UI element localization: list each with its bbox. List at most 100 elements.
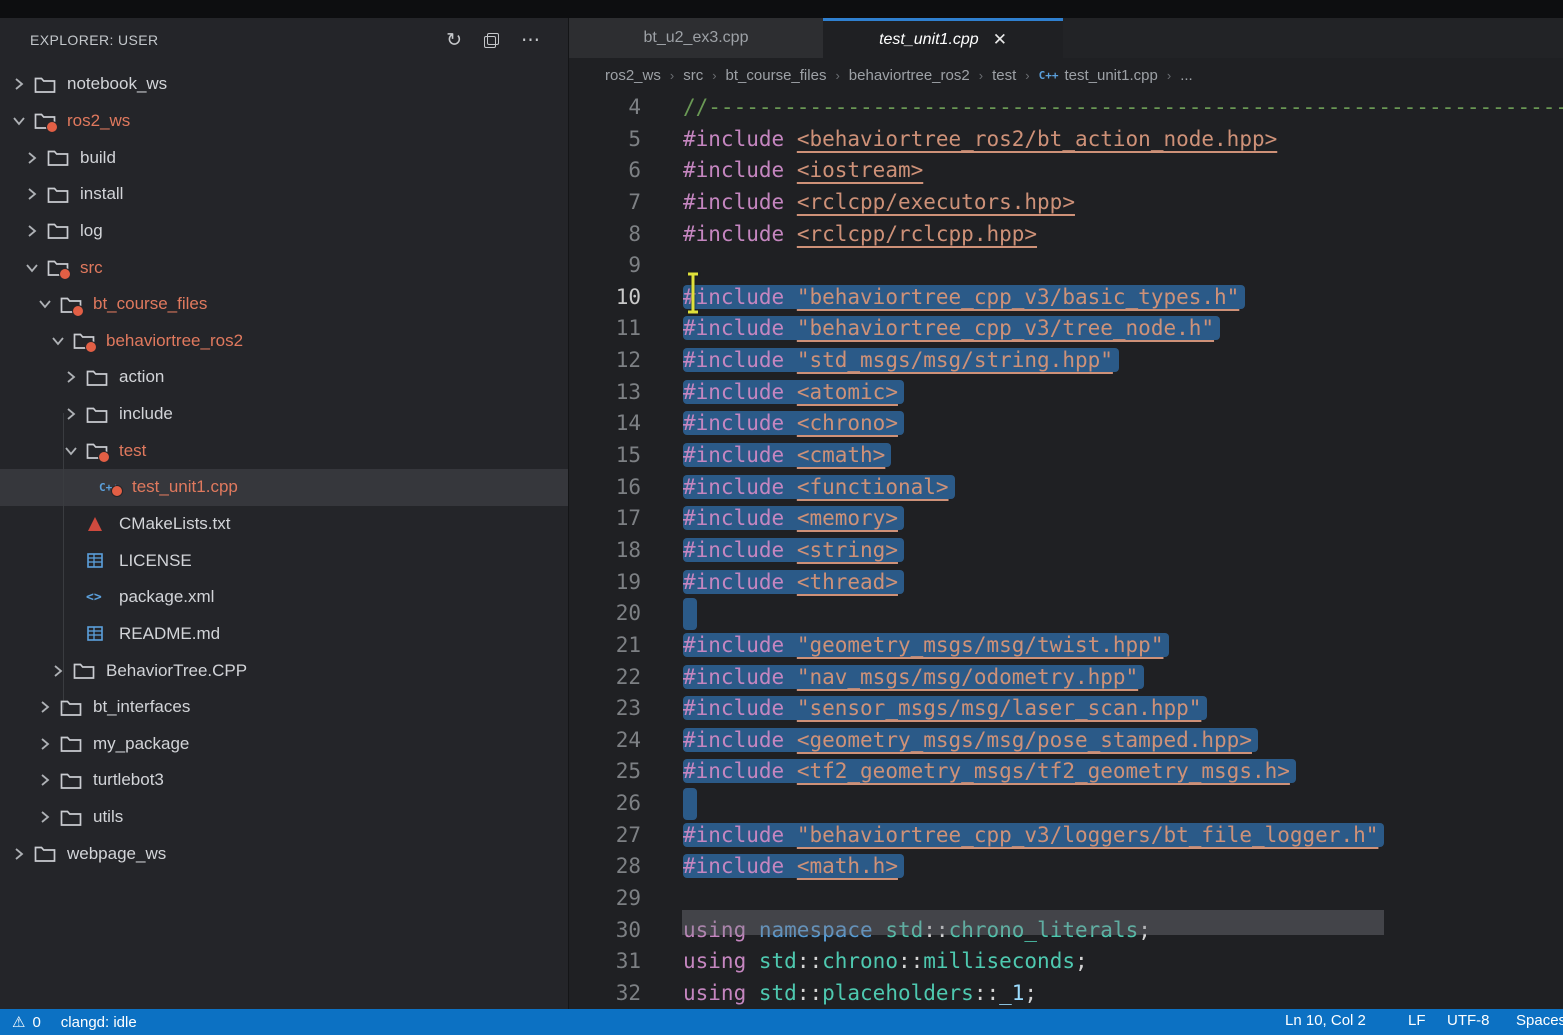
tree-item-build[interactable]: build [0,139,568,176]
tree-item-label: webpage_ws [67,844,166,864]
breadcrumb-item-src[interactable]: src [683,67,703,84]
close-icon[interactable]: ✕ [993,30,1007,50]
refresh-explorer-icon[interactable]: ↻ [446,31,462,50]
tree-item-bt_interfaces[interactable]: bt_interfaces [0,689,568,726]
tree-item-webpage_ws[interactable]: webpage_ws [0,835,568,872]
tree-item-src[interactable]: src [0,249,568,286]
tree-item-bt_course_files[interactable]: bt_course_files [0,286,568,323]
code-line-28[interactable]: 28#include <math.h> [569,851,1563,883]
clangd-status[interactable]: clangd: idle [61,1014,137,1031]
chevron-down-icon [38,297,60,311]
tree-item-test_unit1.cpp[interactable]: C++test_unit1.cpp [0,469,568,506]
code-line-25[interactable]: 25#include <tf2_geometry_msgs/tf2_geomet… [569,756,1563,788]
breadcrumb-item-ros2_ws[interactable]: ros2_ws [605,67,661,84]
line-text: #include <functional> [683,472,955,504]
line-text: #include "geometry_msgs/msg/twist.hpp" [683,630,1169,662]
line-text: #include <geometry_msgs/msg/pose_stamped… [683,725,1258,757]
tree-item-label: bt_interfaces [93,697,190,717]
breadcrumb-symbol-placeholder[interactable]: ... [1180,67,1193,84]
folder-icon [60,771,82,790]
tree-item-log[interactable]: log [0,213,568,250]
tree-item-ros2_ws[interactable]: ros2_ws [0,103,568,140]
tab-bt_u2_ex3.cpp[interactable]: bt_u2_ex3.cpp [569,18,823,58]
selection-highlight: #include <thread> [683,570,904,594]
breadcrumb-item-behaviortree_ros2[interactable]: behaviortree_ros2 [849,67,970,84]
tree-item-LICENSE[interactable]: LICENSE [0,542,568,579]
line-number: 18 [569,535,641,567]
file-tree: notebook_wsros2_wsbuild install logsrcbt_c… [0,62,568,872]
breadcrumb-item-test_unit1.cpp[interactable]: C++test_unit1.cpp [1039,67,1158,84]
code-line-23[interactable]: 23#include "sensor_msgs/msg/laser_scan.h… [569,693,1563,725]
line-text: #include "std_msgs/msg/string.hpp" [683,345,1119,377]
code-line-32[interactable]: 32using std::placeholders::_1; [569,978,1563,1009]
code-line-21[interactable]: 21#include "geometry_msgs/msg/twist.hpp" [569,630,1563,662]
tree-item-notebook_ws[interactable]: notebook_ws [0,66,568,103]
breadcrumb-item-test[interactable]: test [992,67,1016,84]
code-line-26[interactable]: 26 [569,788,1563,820]
code-line-31[interactable]: 31using std::chrono::milliseconds; [569,946,1563,978]
indentation-indicator[interactable]: Spaces [1516,1012,1563,1029]
chevron-right-icon [25,224,47,238]
tree-item-package.xml[interactable]: <>package.xml [0,579,568,616]
tree-item-test[interactable]: test [0,432,568,469]
code-line-7[interactable]: 7#include <rclcpp/executors.hpp> [569,187,1563,219]
chevron-right-icon [25,187,47,201]
encoding-indicator[interactable]: UTF-8 [1447,1012,1490,1029]
eol-indicator[interactable]: LF [1408,1012,1426,1029]
tree-item-turtlebot3[interactable]: turtlebot3 [0,762,568,799]
code-line-13[interactable]: 13#include <atomic> [569,377,1563,409]
tree-item-install[interactable]: install [0,176,568,213]
line-text: //--------------------------------------… [683,92,1563,124]
code-line-16[interactable]: 16 #include <functional> [569,472,1563,504]
code-line-11[interactable]: 11#include "behaviortree_cpp_v3/tree_nod… [569,313,1563,345]
line-text: #include <rclcpp/executors.hpp> [683,187,1075,219]
tree-item-include[interactable]: include [0,396,568,433]
code-line-5[interactable]: 5#include <behaviortree_ros2/bt_action_n… [569,124,1563,156]
tree-item-label: install [80,184,123,204]
code-line-9[interactable]: 9 [569,250,1563,282]
tree-item-action[interactable]: action [0,359,568,396]
selection-highlight: #include <string> [683,538,904,562]
code-line-6[interactable]: 6#include <iostream> [569,155,1563,187]
code-line-22[interactable]: 22#include "nav_msgs/msg/odometry.hpp" [569,662,1563,694]
collapse-folders-icon[interactable] [484,33,499,48]
line-number: 16 [569,472,641,504]
code-line-8[interactable]: 8#include <rclcpp/rclcpp.hpp> [569,219,1563,251]
code-line-10[interactable]: 10#include "behaviortree_cpp_v3/basic_ty… [569,282,1563,314]
more-actions-icon[interactable]: ⋯ [521,31,540,50]
code-line-15[interactable]: 15#include <cmath> [569,440,1563,472]
line-text: #include "nav_msgs/msg/odometry.hpp" [683,662,1144,694]
status-bar: ⚠ 0 clangd: idle Ln 10, Col 2 LF UTF-8 S… [0,1009,1563,1035]
horizontal-scrollbar[interactable] [682,910,1384,935]
tree-item-CMakeLists.txt[interactable]: CMakeLists.txt [0,506,568,543]
cpp-file-icon: C++ [1039,69,1059,82]
selection-highlight: #include <cmath> [683,443,891,467]
tree-item-label: test [119,441,146,461]
code-line-27[interactable]: 27#include "behaviortree_cpp_v3/loggers/… [569,820,1563,852]
tab-bar: bt_u2_ex3.cpptest_unit1.cpp✕ [569,18,1563,58]
breadcrumb-item-bt_course_files[interactable]: bt_course_files [726,67,827,84]
code-line-12[interactable]: 12#include "std_msgs/msg/string.hpp" [569,345,1563,377]
cursor-position[interactable]: Ln 10, Col 2 [1285,1012,1366,1029]
tree-item-README.md[interactable]: README.md [0,616,568,653]
tree-item-my_package[interactable]: my_package [0,726,568,763]
code-line-4[interactable]: 4//-------------------------------------… [569,92,1563,124]
git-modified-badge [85,341,97,353]
tab-test_unit1.cpp[interactable]: test_unit1.cpp✕ [823,18,1063,58]
tree-item-behaviortree_ros2[interactable]: behaviortree_ros2 [0,322,568,359]
breadcrumb-separator-icon: › [979,68,983,83]
problems-status[interactable]: ⚠ 0 [12,1013,41,1031]
tree-item-label: my_package [93,734,189,754]
tree-item-BehaviorTree.CPP[interactable]: BehaviorTree.CPP [0,652,568,689]
code-line-14[interactable]: 14#include <chrono> [569,408,1563,440]
code-line-18[interactable]: 18 #include <string> [569,535,1563,567]
code-line-20[interactable]: 20 [569,598,1563,630]
tree-item-label: action [119,367,164,387]
code-line-24[interactable]: 24#include <geometry_msgs/msg/pose_stamp… [569,725,1563,757]
chevron-down-icon [64,444,86,458]
code-line-19[interactable]: 19#include <thread> [569,567,1563,599]
code-editor[interactable]: 4//-------------------------------------… [569,92,1563,1009]
code-line-17[interactable]: 17#include <memory> [569,503,1563,535]
chevron-right-icon [64,407,86,421]
tree-item-utils[interactable]: utils [0,799,568,836]
